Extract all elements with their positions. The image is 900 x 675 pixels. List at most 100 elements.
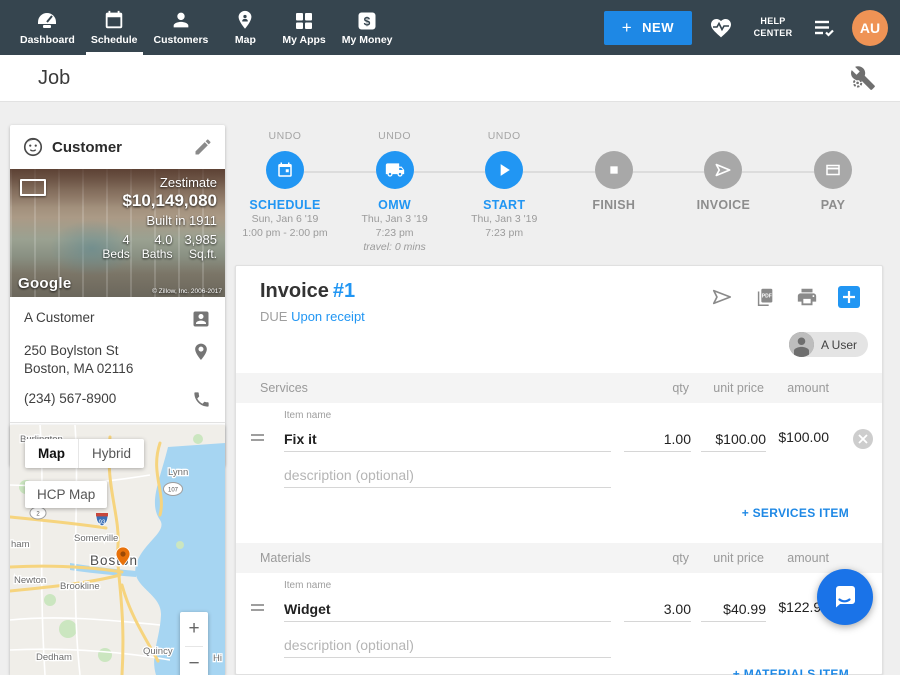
svg-text:Lynn: Lynn [168, 467, 188, 478]
service-unit-price-input[interactable] [701, 426, 766, 452]
hybrid-button[interactable]: Hybrid [78, 439, 144, 468]
person-icon [170, 9, 192, 31]
material-qty-input[interactable] [624, 596, 691, 622]
due-label: DUE [260, 309, 287, 324]
material-item-name-input[interactable] [284, 596, 611, 622]
zillow-copyright: © Zillow, Inc. 2006-2017 [152, 288, 222, 295]
nav-items: Dashboard Schedule Customers Map [12, 0, 401, 55]
svg-text:Hi: Hi [213, 653, 222, 664]
job-workflow: UNDO SCHEDULE Sun, Jan 6 '19 1:00 pm - 2… [235, 130, 883, 262]
nav-map-label: Map [235, 34, 256, 46]
contact-card-icon[interactable] [191, 309, 211, 329]
svg-text:Newton: Newton [14, 575, 46, 586]
nav-my-apps[interactable]: My Apps [274, 0, 333, 55]
hcp-map-button[interactable]: HCP Map [25, 481, 107, 508]
drag-handle[interactable] [251, 604, 264, 614]
zoom-out-button[interactable]: − [180, 647, 208, 675]
step-omw: UNDO OMW Thu, Jan 3 '19 7:23 pm travel: … [345, 130, 445, 255]
finish-step-button[interactable] [595, 151, 633, 189]
nav-map[interactable]: Map [216, 0, 274, 55]
svg-text:Quincy: Quincy [143, 646, 173, 657]
zestimate-label: Zestimate [160, 175, 217, 190]
new-button-label: NEW [642, 20, 674, 35]
location-pin-icon[interactable] [191, 342, 211, 362]
map-pin-icon [234, 9, 256, 31]
list-check-icon[interactable] [812, 18, 836, 38]
pay-step-button[interactable] [814, 151, 852, 189]
nav-dashboard-label: Dashboard [20, 34, 75, 46]
drag-handle[interactable] [251, 434, 264, 444]
nav-my-apps-label: My Apps [282, 34, 325, 46]
qty-column-header: qty [672, 381, 689, 395]
step-start: UNDO START Thu, Jan 3 '19 7:23 pm [454, 130, 554, 255]
omw-step-button[interactable] [376, 151, 414, 189]
invoice-due: DUE Upon receipt [260, 309, 365, 324]
assignee-name: A User [821, 338, 857, 352]
stop-icon [606, 162, 622, 178]
undo-omw-link[interactable]: UNDO [378, 130, 411, 146]
nav-schedule[interactable]: Schedule [83, 0, 146, 55]
nav-customers[interactable]: Customers [146, 0, 217, 55]
service-item-name-input[interactable] [284, 426, 611, 452]
unit-price-column-header: unit price [713, 551, 764, 565]
chat-launcher-button[interactable] [817, 569, 873, 625]
job-tools-icon[interactable] [850, 65, 876, 91]
invoice-actions: PDF [710, 286, 860, 308]
map-button[interactable]: Map [25, 439, 78, 468]
delete-service-item-button[interactable] [853, 429, 873, 449]
built-year: Built in 1911 [146, 213, 217, 228]
invoice-number: #1 [333, 280, 355, 302]
baths-value: 4.0 [142, 232, 173, 247]
zestimate-value: $10,149,080 [122, 191, 217, 211]
print-icon[interactable] [796, 286, 818, 308]
plus-icon: + [622, 18, 632, 38]
service-description-input[interactable] [284, 462, 611, 488]
map-widget[interactable]: 93 107 2 Burlington Lynn Somerville Bost… [10, 425, 225, 675]
schedule-step-button[interactable] [266, 151, 304, 189]
nav-customers-label: Customers [154, 34, 209, 46]
zoom-in-button[interactable]: + [180, 612, 208, 646]
dashboard-gauge-icon [35, 9, 59, 31]
health-pulse-icon[interactable] [708, 16, 734, 40]
customer-phone-row: (234) 567-8900 [24, 390, 211, 409]
help-center-link[interactable]: HELP CENTER [750, 16, 796, 39]
material-description-input[interactable] [284, 632, 611, 658]
nav-my-money[interactable]: $ My Money [334, 0, 401, 55]
svg-text:$: $ [364, 15, 371, 29]
assignee-chip[interactable]: A User [789, 332, 868, 357]
item-name-label: Item name [284, 410, 331, 421]
customer-address: 250 Boylston St Boston, MA 02116 [24, 342, 133, 377]
svg-text:Dedham: Dedham [36, 652, 72, 663]
due-value-link[interactable]: Upon receipt [291, 309, 365, 324]
page-title: Job [38, 67, 70, 90]
item-name-label: Item name [284, 580, 331, 591]
qty-column-header: qty [672, 551, 689, 565]
edit-pencil-icon[interactable] [193, 137, 213, 157]
user-avatar[interactable]: AU [852, 10, 888, 46]
baths-label: Baths [142, 247, 173, 261]
add-materials-item-link[interactable]: + MATERIALS ITEM [733, 667, 849, 675]
add-services-item-link[interactable]: + SERVICES ITEM [742, 506, 849, 520]
invoice-title: Invoice#1 [260, 280, 355, 303]
amount-column-header: amount [787, 381, 829, 395]
send-invoice-icon[interactable] [710, 286, 734, 308]
material-unit-price-input[interactable] [701, 596, 766, 622]
customer-phone: (234) 567-8900 [24, 390, 116, 408]
calendar-icon [276, 161, 294, 179]
pdf-icon[interactable]: PDF [754, 286, 776, 308]
nav-dashboard[interactable]: Dashboard [12, 0, 83, 55]
undo-start-link[interactable]: UNDO [488, 130, 521, 146]
play-icon [494, 160, 514, 180]
customer-details: A Customer 250 Boylston St Boston, MA 02… [10, 297, 225, 409]
undo-schedule-link[interactable]: UNDO [269, 130, 302, 146]
phone-icon[interactable] [192, 390, 211, 409]
new-button[interactable]: + NEW [604, 11, 692, 45]
add-invoice-icon[interactable] [838, 286, 860, 308]
svg-text:Somerville: Somerville [74, 533, 118, 544]
service-qty-input[interactable] [624, 426, 691, 452]
start-step-button[interactable] [485, 151, 523, 189]
property-photo[interactable]: Zestimate $10,149,080 Built in 1911 4 4.… [10, 169, 225, 297]
invoice-step-button[interactable] [704, 151, 742, 189]
map-type-buttons: Map Hybrid [25, 439, 144, 468]
beds-label: Beds [102, 247, 129, 261]
